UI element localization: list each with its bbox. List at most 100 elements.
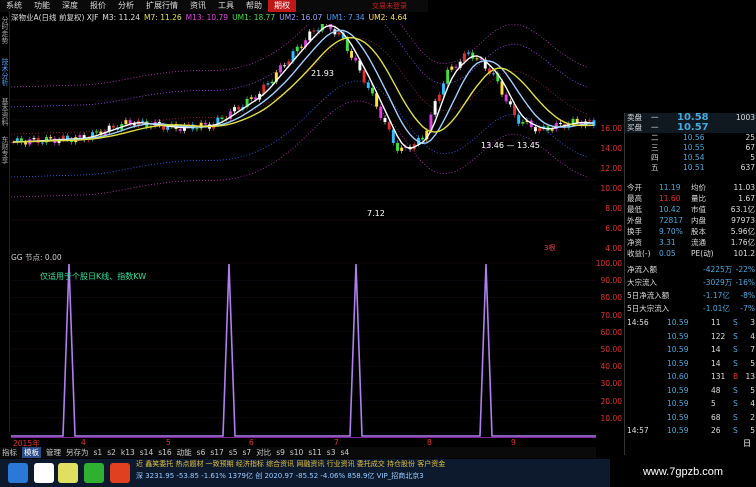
tick-row[interactable]: 10.59 5 S 4 [625, 399, 756, 409]
menu-help[interactable]: 帮助 [240, 0, 268, 12]
tick-row-cell: 5 [711, 399, 716, 408]
depth-level-row[interactable]: 二 10.56 25 [625, 133, 756, 143]
price-tick-label: 6.00 [605, 224, 622, 233]
date-tick-label: 9 [511, 438, 516, 447]
capital-flow-row-cell: -1.01亿 [703, 304, 730, 313]
bid1-price[interactable]: 10.57 [677, 123, 709, 133]
quote-stat-row-cell: 流通 [691, 238, 706, 247]
quote-stat-row[interactable]: 净资 3.31 流通 1.76亿 [625, 238, 756, 248]
ma-legend-item: UM1: 7.34 [326, 13, 365, 22]
indicator-tab[interactable]: s17 [210, 448, 223, 457]
quote-stat-row[interactable]: 最高 11.60 量比 1.67 [625, 194, 756, 204]
trade-login-status[interactable]: 交易未登录 [372, 1, 407, 11]
menu-system[interactable]: 系统 [0, 0, 28, 12]
tick-row-cell: S [733, 345, 738, 354]
side-tab-exclusive[interactable]: 东财专享 [1, 136, 9, 164]
quote-stat-row[interactable]: 外盘 72817 内盘 97973 [625, 216, 756, 226]
ma7-line [13, 29, 594, 145]
indicator-tab[interactable]: 指标 [2, 447, 17, 458]
candle-body [421, 137, 425, 140]
depth-level-row-cell: 二 [651, 133, 659, 142]
indicator-tab[interactable]: s4 [340, 448, 349, 457]
side-tab-technical[interactable]: 技术分析 [1, 58, 9, 86]
tick-row-cell: 10.59 [667, 331, 689, 341]
capital-flow-row[interactable]: 5日净流入额 -1.17亿 -8% [625, 291, 756, 301]
news-ticker[interactable]: 近 鑫笑委托 热点题材 一致预期 经济指标 综合资讯 网融资讯 行业资讯 委托成… [136, 459, 692, 470]
quote-stat-row-cell: 最低 [627, 205, 642, 214]
side-tab-fundamentals[interactable]: 基本资料 [1, 98, 9, 126]
depth-level-row[interactable]: 五 10.51 637 [625, 163, 756, 173]
menu-options[interactable]: 期权 [268, 0, 296, 12]
chrome-icon[interactable] [58, 463, 78, 483]
tick-row[interactable]: 14:56 10.59 11 S 3 [625, 318, 756, 328]
upper-band-1 [11, 24, 588, 88]
indicator-tab[interactable]: k13 [121, 448, 135, 457]
indicator-tab[interactable]: 动能 [177, 447, 192, 458]
candle-body [370, 87, 374, 94]
quote-stat-row-cell: 换手 [627, 227, 642, 236]
candle-body [437, 94, 441, 102]
candle-body [442, 83, 445, 95]
indicator-tab[interactable]: s16 [158, 448, 171, 457]
capital-flow-row[interactable]: 净流入额 -4225万 -22% [625, 265, 756, 275]
app-a-icon[interactable] [34, 463, 54, 483]
tick-row[interactable]: 14:57 10.59 26 S 5 [625, 426, 756, 436]
indicator-tab[interactable]: s6 [197, 448, 206, 457]
tick-row[interactable]: 10.59 68 S 2 [625, 413, 756, 423]
capital-flow-row[interactable]: 5日大宗流入 -1.01亿 -7% [625, 304, 756, 314]
indicator-tick-label: 60.00 [600, 327, 622, 337]
menu-tools[interactable]: 工具 [212, 0, 240, 12]
indicator-tab[interactable]: s2 [107, 448, 116, 457]
quote-stat-row-cell: 净资 [627, 238, 642, 247]
candle-body [475, 58, 479, 60]
menu-function[interactable]: 功能 [28, 0, 56, 12]
depth-level-row[interactable]: 四 10.54 5 [625, 153, 756, 163]
indicator-tab[interactable]: s11 [308, 448, 321, 457]
indicator-tab[interactable]: 管理 [46, 447, 61, 458]
app-c-icon[interactable] [110, 463, 130, 483]
menu-quote[interactable]: 报价 [84, 0, 112, 12]
indicator-tab[interactable]: s1 [94, 448, 103, 457]
indicator-tab[interactable]: 另存为 [66, 447, 89, 458]
period-tag[interactable]: 日 [743, 438, 751, 449]
kline-header: 深物业A(日线 前复权) XJF M3: 11.24 M7: 11.26 M13: … [11, 13, 411, 23]
depth-level-row-cell: 10.56 [683, 133, 705, 142]
quote-stat-row[interactable]: 收益(-) 0.05 PE(动) 101.2 [625, 249, 756, 259]
app-b-icon[interactable] [84, 463, 104, 483]
tick-row[interactable]: 10.59 14 S 5 [625, 359, 756, 369]
windows-start-icon[interactable] [8, 463, 28, 483]
indicator-tab[interactable]: s7 [243, 448, 252, 457]
tick-row[interactable]: 10.60 131 B 13 [625, 372, 756, 382]
indicator-tab[interactable]: s3 [327, 448, 336, 457]
indicator-tab[interactable]: s5 [229, 448, 238, 457]
tick-row[interactable]: 10.59 122 S 4 [625, 332, 756, 342]
tick-row[interactable]: 10.59 14 S 7 [625, 345, 756, 355]
depth-level-row[interactable]: 三 10.55 67 [625, 143, 756, 153]
quote-stat-row[interactable]: 今开 11.19 均价 11.03 [625, 183, 756, 193]
menu-depth[interactable]: 深度 [56, 0, 84, 12]
menu-analysis[interactable]: 分析 [112, 0, 140, 12]
candle-body [517, 115, 521, 124]
quote-stat-row[interactable]: 换手 9.70% 股本 5.96亿 [625, 227, 756, 237]
menu-news[interactable]: 资讯 [184, 0, 212, 12]
ma-legend-item: M7: 11.26 [144, 13, 182, 22]
indicator-tab[interactable]: s10 [290, 448, 303, 457]
indicator-tab[interactable]: 对比 [256, 447, 271, 458]
candle-body [454, 66, 458, 68]
capital-flow-row[interactable]: 大宗流入 -3029万 -16% [625, 278, 756, 288]
main-kline-chart[interactable]: 21.93 7.12 13.46 — 13.45 3根 [11, 24, 596, 252]
indicator-tab[interactable]: s9 [276, 448, 285, 457]
price-tick-label: 14.00 [600, 144, 622, 153]
indicator-tab[interactable]: 模板 [22, 447, 41, 458]
candle-body [295, 46, 299, 52]
indicator-tab[interactable]: s14 [140, 448, 153, 457]
menu-ext-market[interactable]: 扩展行情 [140, 0, 184, 12]
depth-level-row-cell: 五 [651, 163, 659, 172]
tick-row-cell: 11 [711, 318, 721, 327]
tick-row[interactable]: 10.59 48 S 5 [625, 386, 756, 396]
candle-body [178, 129, 182, 131]
ask-label: 卖盘 [627, 113, 642, 122]
capital-flow-row-cell: -1.17亿 [703, 291, 730, 300]
side-tab-intraday[interactable]: 分时走势 [1, 16, 9, 44]
quote-stat-row[interactable]: 最低 10.42 市值 63.1亿 [625, 205, 756, 215]
